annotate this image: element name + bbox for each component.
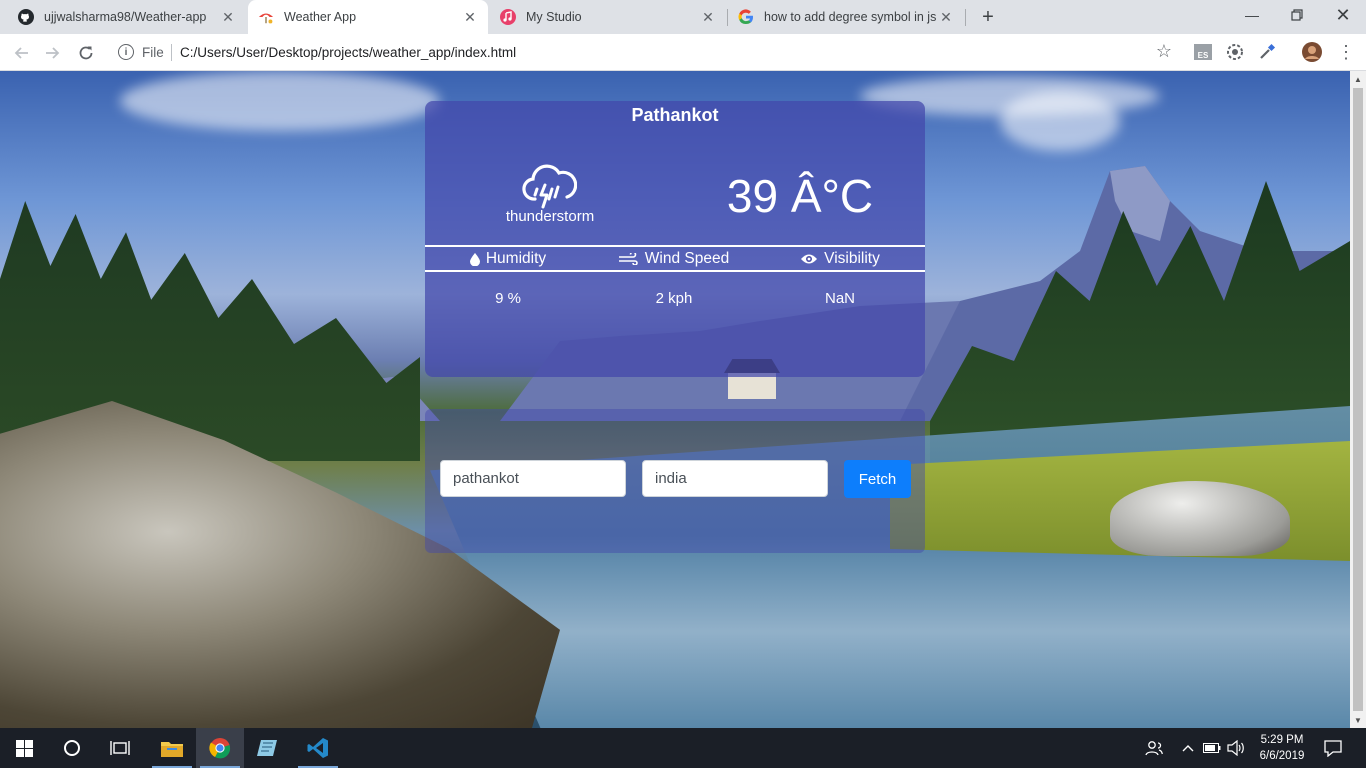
extension-gear-icon[interactable] <box>1225 42 1245 62</box>
volume-icon[interactable] <box>1225 728 1247 768</box>
tab-title: My Studio <box>526 10 582 24</box>
close-tab-icon[interactable]: ✕ <box>220 9 236 25</box>
thunderstorm-icon <box>522 164 577 209</box>
fetch-button[interactable]: Fetch <box>844 460 911 498</box>
humidity-label: Humidity <box>485 250 547 267</box>
visibility-header: Visibility <box>757 249 923 269</box>
tab-separator <box>965 9 966 26</box>
taskbar-clock[interactable]: 5:29 PM 6/6/2019 <box>1250 732 1314 764</box>
address-divider <box>171 44 172 61</box>
wind-speed-label: Wind Speed <box>644 250 730 267</box>
search-icon[interactable] <box>48 728 96 768</box>
browser-toolbar: i File C:/Users/User/Desktop/projects/we… <box>0 34 1366 71</box>
address-url[interactable]: C:/Users/User/Desktop/projects/weather_a… <box>180 45 516 60</box>
clock-date: 6/6/2019 <box>1259 750 1305 762</box>
file-explorer-icon[interactable] <box>148 728 196 768</box>
close-tab-icon[interactable]: ✕ <box>938 9 954 25</box>
wind-icon <box>618 253 638 265</box>
extension-es-icon[interactable]: ES <box>1193 42 1213 62</box>
bookmark-star-icon[interactable]: ☆ <box>1156 41 1172 62</box>
extension-eyedropper-icon[interactable] <box>1257 42 1277 62</box>
city-input[interactable] <box>440 460 626 497</box>
city-name: Pathankot <box>631 105 719 125</box>
google-icon <box>738 9 754 25</box>
battery-icon[interactable] <box>1202 728 1222 768</box>
close-tab-icon[interactable]: ✕ <box>462 9 478 25</box>
tab-title: Weather App <box>284 10 357 24</box>
scroll-up-icon[interactable]: ▲ <box>1350 71 1366 87</box>
extension-badge: ES <box>1194 44 1212 60</box>
weather-app-icon <box>258 9 274 25</box>
address-scheme-label: File <box>142 45 164 60</box>
visibility-label: Visibility <box>824 250 880 267</box>
chrome-taskbar-icon[interactable] <box>196 728 244 768</box>
tab-my-studio[interactable]: My Studio ✕ <box>490 0 726 34</box>
github-icon <box>18 9 34 25</box>
scrollbar-thumb[interactable] <box>1353 88 1363 711</box>
temperature: 39 Â°C <box>726 170 874 222</box>
header-bottom-divider <box>425 270 925 272</box>
studio-icon <box>500 9 516 25</box>
scroll-down-icon[interactable]: ▼ <box>1350 712 1366 728</box>
country-input[interactable] <box>642 460 828 497</box>
people-icon[interactable] <box>1140 728 1168 768</box>
forward-icon[interactable] <box>40 40 66 66</box>
visibility-value: NaN <box>824 290 855 307</box>
chevron-up-icon[interactable] <box>1178 728 1198 768</box>
condition-text: thunderstorm <box>505 208 595 225</box>
humidity-value: 9 % <box>495 290 521 307</box>
page-scrollbar[interactable]: ▲ ▼ <box>1350 71 1366 728</box>
vscode-icon[interactable] <box>294 728 342 768</box>
tab-title: ujjwalsharma98/Weather-app <box>44 10 207 24</box>
tab-strip: ujjwalsharma98/Weather-app ✕ Weather App… <box>0 0 1366 34</box>
tab-weather-app[interactable]: Weather App ✕ <box>248 0 488 34</box>
close-tab-icon[interactable]: ✕ <box>700 9 716 25</box>
tab-google-search[interactable]: how to add degree symbol in js - ✕ <box>728 0 964 34</box>
profile-avatar[interactable] <box>1302 42 1322 62</box>
windows-taskbar: 5:29 PM 6/6/2019 <box>0 728 1366 768</box>
tab-github[interactable]: ujjwalsharma98/Weather-app ✕ <box>8 0 246 34</box>
minimize-icon[interactable]: — <box>1229 0 1275 30</box>
notes-app-icon[interactable] <box>244 728 292 768</box>
droplet-icon <box>469 252 480 266</box>
clock-time: 5:29 PM <box>1260 734 1304 746</box>
windows-start-icon[interactable] <box>0 728 48 768</box>
tab-title: how to add degree symbol in js - <box>764 10 938 24</box>
page-viewport: Pathankot thunderstorm 39 Â°C Humidity W… <box>0 71 1350 728</box>
humidity-header: Humidity <box>425 249 591 269</box>
restore-icon[interactable] <box>1274 0 1320 30</box>
new-tab-button[interactable]: + <box>976 5 1000 29</box>
eye-icon <box>801 254 818 264</box>
task-view-icon[interactable] <box>96 728 144 768</box>
weather-card: Pathankot thunderstorm 39 Â°C Humidity W… <box>425 101 925 377</box>
header-top-divider <box>425 245 925 247</box>
reload-icon[interactable] <box>73 40 99 66</box>
wind-speed-header: Wind Speed <box>591 249 757 269</box>
notifications-icon[interactable] <box>1318 728 1348 768</box>
search-form: Fetch <box>425 409 925 553</box>
back-icon[interactable] <box>8 40 34 66</box>
address-bar[interactable]: i File C:/Users/User/Desktop/projects/we… <box>110 37 1184 67</box>
browser-menu-icon[interactable]: ⋮ <box>1336 42 1356 62</box>
close-window-icon[interactable]: ✕ <box>1320 0 1366 30</box>
wind-speed-value: 2 kph <box>655 290 693 307</box>
info-icon[interactable]: i <box>118 44 134 60</box>
